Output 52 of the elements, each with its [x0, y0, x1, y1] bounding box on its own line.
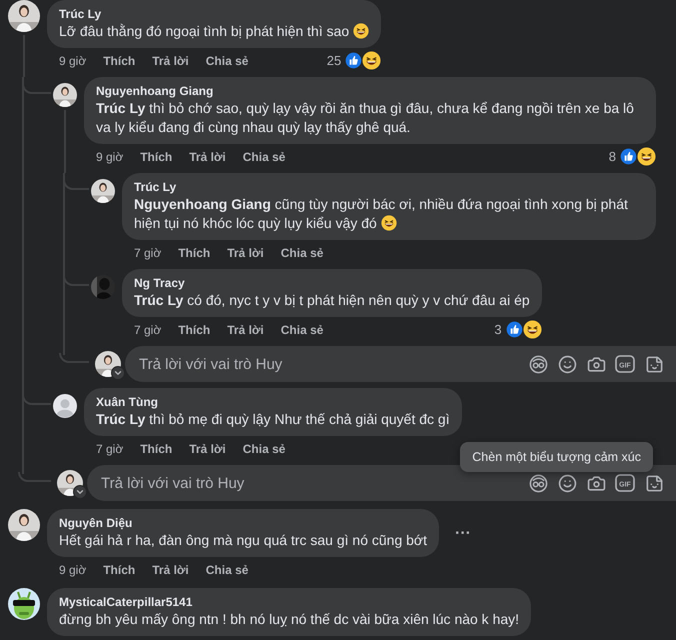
avatar-sticker-icon[interactable] — [528, 354, 548, 374]
chevron-icon[interactable] — [73, 485, 87, 499]
sticker-icon[interactable] — [644, 354, 664, 374]
comment-text: Trúc Ly thì bỏ mẹ đi quỳ lậy Như thế chả giải quyết đc gì — [96, 410, 450, 429]
author-name[interactable]: Nguyên Diệu — [59, 516, 427, 531]
action-link[interactable]: Trả lời — [189, 442, 226, 456]
timestamp[interactable]: 7 giờ — [134, 322, 162, 336]
emoji-icon[interactable] — [557, 473, 577, 493]
timestamp[interactable]: 9 giờ — [59, 562, 86, 576]
comment-text: Nguyenhoang Giang cũng tùy người bác ơi, nhiều đứa ngoại tình xong bị phát hiện tụi nó khóc lóc quỳ lụy kiểu vậy đó — [134, 195, 629, 233]
reaction-count[interactable]: 8 — [608, 149, 616, 164]
comment-text: Hết gái hả r ha, đàn ông mà ngu quá trc sau gì nó cũng bớt — [59, 531, 427, 550]
action-link[interactable]: Chia sẻ — [206, 54, 248, 68]
timestamp[interactable]: 7 giờ — [134, 246, 162, 260]
action-link[interactable]: Thích — [103, 54, 136, 68]
action-link[interactable]: Chia sẻ — [206, 562, 248, 576]
timestamp[interactable]: 9 giờ — [96, 150, 124, 164]
comment-text: đừng bh yêu mấy ông ntn ! bh nó luỵ nó thế dc vài bữa xiên lúc nào k hay! — [59, 610, 520, 629]
more-button[interactable]: ··· — [450, 524, 475, 542]
action-link[interactable]: Chia sẻ — [242, 442, 286, 456]
timestamp[interactable]: 9 giờ — [59, 54, 86, 68]
avatar-sticker-icon[interactable] — [528, 473, 548, 493]
author-name[interactable]: Trúc Ly — [134, 180, 644, 195]
action-link[interactable]: Thích — [103, 562, 136, 576]
chevron-icon[interactable] — [111, 366, 125, 380]
reaction-count[interactable]: 3 — [494, 322, 502, 337]
action-link[interactable]: Trả lời — [227, 246, 264, 260]
author-name[interactable]: Nguyenhoang Giang — [96, 84, 644, 99]
action-link[interactable]: Trả lời — [189, 150, 226, 164]
author-name[interactable]: Ng Tracy — [134, 276, 530, 291]
action-link[interactable]: Chia sẻ — [280, 246, 324, 260]
action-link[interactable]: Trả lời — [152, 562, 189, 576]
timestamp[interactable]: 7 giờ — [96, 442, 124, 456]
author-name[interactable]: Xuân Tùng — [96, 395, 450, 410]
action-link[interactable]: Thích — [140, 150, 172, 164]
emoji-icon[interactable] — [557, 354, 577, 374]
sticker-icon[interactable] — [644, 473, 664, 493]
comment-text: Lỡ đâu thằng đó ngoại tình bị phát hiện thì sao — [59, 22, 370, 41]
action-link[interactable]: Thích — [178, 322, 210, 336]
action-link[interactable]: Chia sẻ — [242, 150, 286, 164]
reaction-count[interactable]: 25 — [326, 53, 342, 68]
author-name[interactable]: MysticalCaterpillar5141 — [59, 595, 520, 610]
action-link[interactable]: Chia sẻ — [280, 322, 324, 336]
action-link[interactable]: Thích — [178, 246, 210, 260]
action-link[interactable]: Trả lời — [152, 54, 189, 68]
comment-text: Trúc Ly thì bỏ chớ sao, quỳ lạy vậy rồi ăn thua gì đâu, chưa kể đang ngồi trên xe ba lô va ly kiểu đang đi cùng nhau quỳ lạy thấy ghê quá. — [96, 99, 635, 137]
action-link[interactable]: Trả lời — [227, 322, 264, 336]
tooltip: Chèn một biểu tượng cảm xúc — [460, 442, 653, 472]
action-link[interactable]: Thích — [140, 442, 172, 456]
author-name[interactable]: Trúc Ly — [59, 7, 370, 22]
comment-text: Trúc Ly có đó, nyc t y v bị t phát hiện nên quỳ y v chứ đâu ai ép — [134, 291, 530, 310]
avatar-icon — [53, 394, 77, 418]
